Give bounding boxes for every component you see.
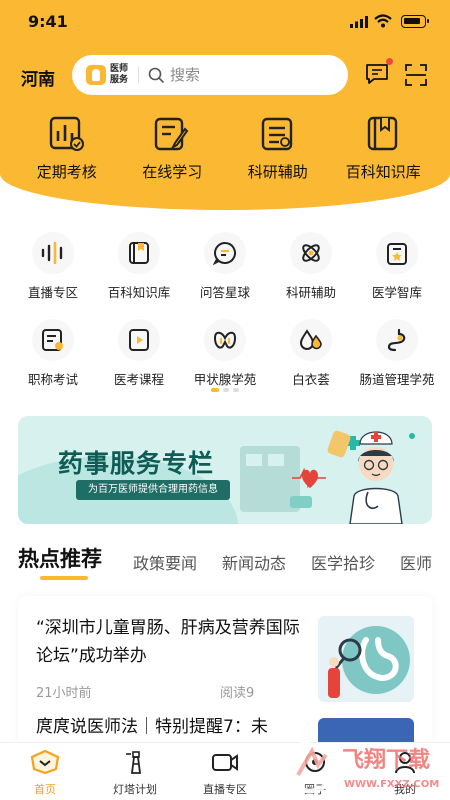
brand-logo-icon bbox=[86, 65, 106, 85]
tab-policy[interactable]: 政策要闻 bbox=[133, 550, 197, 574]
drops-icon bbox=[299, 329, 322, 350]
lighthouse-icon bbox=[126, 751, 142, 774]
soundwave-icon bbox=[41, 242, 63, 264]
article-title[interactable]: “深圳市儿童胃肠、肝病及营养国际论坛”成功举办 bbox=[36, 614, 306, 670]
chat-bubble-icon bbox=[213, 242, 236, 265]
article-thumbnail[interactable] bbox=[318, 616, 414, 702]
tab-news[interactable]: 新闻动态 bbox=[222, 550, 286, 574]
video-course-icon bbox=[129, 329, 149, 351]
svg-text:WWW.FXXZ.COM: WWW.FXXZ.COM bbox=[344, 779, 439, 790]
stomach-illustration bbox=[328, 626, 410, 698]
banner-title: 药事服务专栏 bbox=[58, 449, 215, 478]
top-feature-nav: 定期考核 在线学习 科研辅助 百科知识库 bbox=[0, 115, 450, 182]
bottom-nav-live[interactable]: 直播专区 bbox=[180, 743, 270, 800]
brand-name: 医师 服务 bbox=[110, 64, 129, 85]
svg-text:飞翔下载: 飞翔下载 bbox=[342, 747, 430, 773]
notepad-pen-icon bbox=[155, 117, 189, 151]
home-icon bbox=[30, 749, 60, 775]
article-reads: 阅读9 bbox=[220, 686, 255, 701]
message-icon[interactable] bbox=[365, 63, 389, 85]
camera-icon bbox=[212, 754, 238, 771]
chart-check-icon bbox=[49, 116, 84, 151]
tab-hot[interactable]: 热点推荐 bbox=[18, 543, 102, 573]
feature-grid: 直播专区 百科知识库 问答星球 科研辅助 医学智库 职称考试 医考课程 甲状腺学… bbox=[0, 232, 450, 406]
status-bar: 9:41 bbox=[0, 0, 450, 46]
atom-icon bbox=[302, 244, 320, 262]
encyclopedia-book-icon bbox=[368, 116, 398, 151]
exam-paper-icon bbox=[42, 329, 63, 351]
grid-item-qa[interactable]: 问答星球 bbox=[182, 232, 268, 301]
promo-banner[interactable]: 药事服务专栏 为百万医师提供合理用药信息 bbox=[18, 416, 432, 524]
grid-item-think-tank[interactable]: 医学智库 bbox=[354, 232, 440, 301]
watermark-logo: 飞翔下载 WWW.FXXZ.COM bbox=[278, 735, 450, 800]
tab-underline bbox=[40, 576, 88, 580]
article-feed: “深圳市儿童胃肠、肝病及营养国际论坛”成功举办 21小时前 阅读9 庹庹说医师法… bbox=[18, 596, 432, 746]
nav-encyclopedia[interactable]: 百科知识库 bbox=[333, 115, 433, 182]
search-input[interactable] bbox=[170, 64, 330, 86]
signal-icon bbox=[350, 16, 368, 28]
grid-item-live[interactable]: 直播专区 bbox=[10, 232, 96, 301]
bottom-nav-home[interactable]: 首页 bbox=[0, 743, 90, 800]
status-time: 9:41 bbox=[28, 12, 68, 31]
search-divider bbox=[138, 67, 139, 83]
nav-periodic-assessment[interactable]: 定期考核 bbox=[17, 115, 117, 182]
page-indicator bbox=[0, 388, 450, 392]
news-tabs: 热点推荐 政策要闻 新闻动态 医学拾珍 医师 bbox=[0, 540, 450, 580]
bottom-nav-lighthouse[interactable]: 灯塔计划 bbox=[90, 743, 180, 800]
grid-item-white-coat[interactable]: 白衣荟 bbox=[268, 319, 354, 388]
intestine-icon bbox=[387, 328, 406, 352]
region-selector[interactable]: 河南 bbox=[21, 65, 55, 90]
battery-icon bbox=[401, 15, 429, 28]
book-icon bbox=[129, 242, 149, 264]
grid-item-gut[interactable]: 肠道管理学苑 bbox=[354, 319, 440, 388]
tab-medical[interactable]: 医学拾珍 bbox=[311, 550, 375, 574]
search-bar[interactable]: 医师 服务 bbox=[72, 55, 348, 95]
nav-online-learning[interactable]: 在线学习 bbox=[122, 115, 222, 182]
clipboard-star-icon bbox=[387, 243, 407, 265]
thyroid-icon bbox=[213, 331, 237, 349]
grid-item-exam-course[interactable]: 医考课程 bbox=[96, 319, 182, 388]
article-title-2[interactable]: 庹庹说医师法｜特别提醒7：未 bbox=[36, 712, 306, 737]
doctor-illustration bbox=[240, 430, 415, 524]
research-stack-icon bbox=[261, 117, 292, 151]
watermark-icon: 飞翔下载 WWW.FXXZ.COM bbox=[283, 740, 439, 794]
scan-icon[interactable] bbox=[405, 64, 427, 86]
nav-research-aid[interactable]: 科研辅助 bbox=[228, 115, 328, 182]
tab-doctor[interactable]: 医师 bbox=[400, 550, 432, 574]
grid-item-research[interactable]: 科研辅助 bbox=[268, 232, 354, 301]
grid-item-encyclopedia[interactable]: 百科知识库 bbox=[96, 232, 182, 301]
banner-subtitle: 为百万医师提供合理用药信息 bbox=[76, 480, 230, 500]
grid-item-thyroid[interactable]: 甲状腺学苑 bbox=[182, 319, 268, 388]
article-time: 21小时前 bbox=[36, 686, 92, 701]
wifi-icon bbox=[374, 14, 392, 28]
search-icon bbox=[148, 67, 164, 83]
unread-dot bbox=[386, 58, 393, 65]
grid-item-title-exam[interactable]: 职称考试 bbox=[10, 319, 96, 388]
